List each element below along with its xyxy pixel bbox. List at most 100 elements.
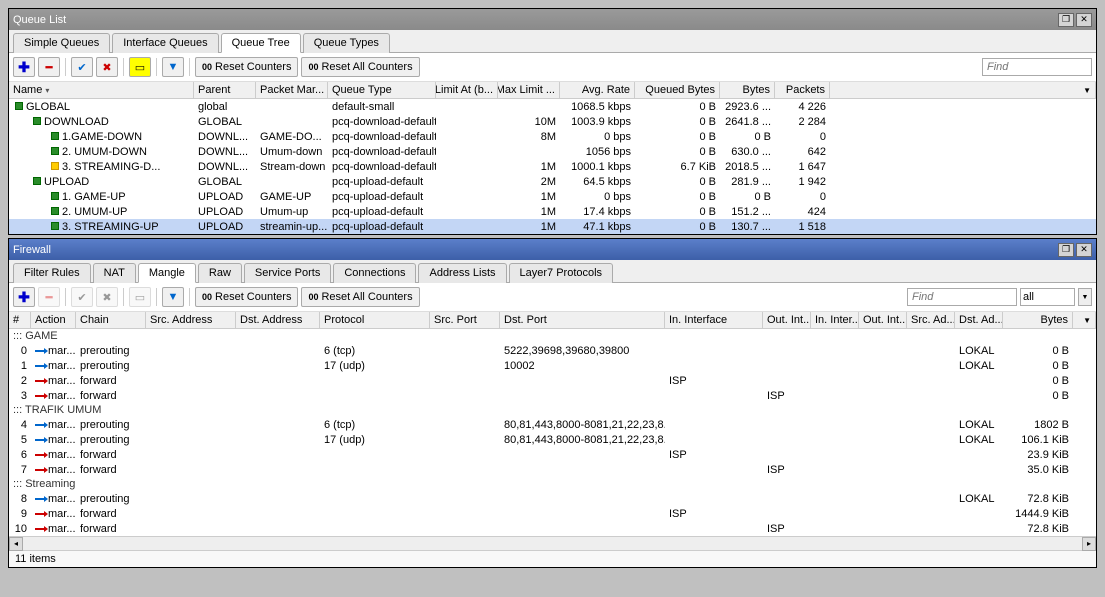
firewall-titlebar[interactable]: Firewall ❐ ✕ (9, 239, 1096, 260)
reset-all-counters-button[interactable]: 00Reset All Counters (301, 287, 419, 307)
filter-dropdown[interactable] (1020, 288, 1075, 306)
add-button[interactable]: ✚ (13, 287, 35, 307)
queue-grid: Name▾ParentPacket Mar...Queue TypeLimit … (9, 82, 1096, 234)
queue-find-input[interactable] (982, 58, 1092, 76)
add-button[interactable]: ✚ (13, 57, 35, 77)
firewall-status-bar: 11 items (9, 550, 1096, 567)
firewall-rule-row[interactable]: 7mar...forwardISP35.0 KiB (9, 462, 1096, 477)
column-header[interactable]: Src. Port (430, 312, 500, 328)
filter-icon[interactable]: ▼ (162, 287, 184, 307)
queue-row[interactable]: 1.GAME-DOWNDOWNL...GAME-DO...pcq-downloa… (9, 129, 1096, 144)
column-header[interactable]: Src. Address (146, 312, 236, 328)
disable-button[interactable]: ✖ (96, 57, 118, 77)
column-header[interactable]: Chain (76, 312, 146, 328)
restore-icon[interactable]: ❐ (1058, 13, 1074, 27)
column-header[interactable]: Src. Ad... (907, 312, 955, 328)
column-menu[interactable]: ▼ (830, 82, 1096, 98)
action-icon (35, 469, 45, 471)
queue-row[interactable]: 3. STREAMING-UPUPLOADstreamin-up...pcq-u… (9, 219, 1096, 234)
close-icon[interactable]: ✕ (1076, 13, 1092, 27)
queue-row[interactable]: UPLOADGLOBALpcq-upload-default2M64.5 kbp… (9, 174, 1096, 189)
firewall-rule-row[interactable]: 6mar...forwardISP23.9 KiB (9, 447, 1096, 462)
firewall-rule-row[interactable]: 2mar...forwardISP0 B (9, 373, 1096, 388)
firewall-rule-row[interactable]: 4mar...prerouting6 (tcp)80,81,443,8000-8… (9, 417, 1096, 432)
firewall-rule-row[interactable]: 8mar...preroutingLOKAL72.8 KiB (9, 491, 1096, 506)
column-header[interactable]: Packets (775, 82, 830, 98)
column-header[interactable]: Packet Mar... (256, 82, 328, 98)
firewall-rule-row[interactable]: 5mar...prerouting17 (udp)80,81,443,8000-… (9, 432, 1096, 447)
column-header[interactable]: Name▾ (9, 82, 194, 98)
comment-button[interactable]: ▭ (129, 287, 151, 307)
tab-filter-rules[interactable]: Filter Rules (13, 263, 91, 283)
tab-raw[interactable]: Raw (198, 263, 242, 283)
firewall-rule-row[interactable]: 9mar...forwardISP1444.9 KiB (9, 506, 1096, 521)
tab-layer7-protocols[interactable]: Layer7 Protocols (509, 263, 614, 283)
firewall-rule-row[interactable]: 3mar...forwardISP0 B (9, 388, 1096, 403)
enable-button[interactable]: ✔ (71, 57, 93, 77)
queue-row[interactable]: 1. GAME-UPUPLOADGAME-UPpcq-upload-defaul… (9, 189, 1096, 204)
queue-grid-header: Name▾ParentPacket Mar...Queue TypeLimit … (9, 82, 1096, 99)
column-header[interactable]: Avg. Rate (560, 82, 635, 98)
queue-titlebar[interactable]: Queue List ❐ ✕ (9, 9, 1096, 30)
column-header[interactable]: Dst. Ad... (955, 312, 1003, 328)
queue-row[interactable]: 2. UMUM-DOWNDOWNL...Umum-downpcq-downloa… (9, 144, 1096, 159)
action-icon (35, 498, 45, 500)
queue-list-window: Queue List ❐ ✕ Simple QueuesInterface Qu… (8, 8, 1097, 235)
tab-queue-types[interactable]: Queue Types (303, 33, 390, 53)
firewall-grid: #ActionChainSrc. AddressDst. AddressProt… (9, 312, 1096, 536)
horizontal-scrollbar[interactable]: ◂ ▸ (9, 536, 1096, 550)
tab-mangle[interactable]: Mangle (138, 263, 196, 283)
tab-connections[interactable]: Connections (333, 263, 416, 283)
queue-row[interactable]: GLOBALglobaldefault-small1068.5 kbps0 B2… (9, 99, 1096, 114)
action-icon (35, 380, 45, 382)
firewall-rule-row[interactable]: 1mar...prerouting17 (udp)10002LOKAL0 B (9, 358, 1096, 373)
queue-row[interactable]: 3. STREAMING-D...DOWNL...Stream-downpcq-… (9, 159, 1096, 174)
column-header[interactable]: Out. Int... (859, 312, 907, 328)
column-header[interactable]: Protocol (320, 312, 430, 328)
tab-service-ports[interactable]: Service Ports (244, 263, 331, 283)
column-header[interactable]: # (9, 312, 31, 328)
dropdown-arrow-icon[interactable]: ▼ (1078, 288, 1092, 306)
firewall-rule-row[interactable]: 10mar...forwardISP72.8 KiB (9, 521, 1096, 536)
scroll-left-icon[interactable]: ◂ (9, 537, 23, 551)
tab-nat[interactable]: NAT (93, 263, 136, 283)
column-header[interactable]: Out. Int... (763, 312, 811, 328)
column-header[interactable]: Queue Type (328, 82, 436, 98)
scroll-right-icon[interactable]: ▸ (1082, 537, 1096, 551)
column-header[interactable]: Max Limit ... (498, 82, 560, 98)
restore-icon[interactable]: ❐ (1058, 243, 1074, 257)
queue-row[interactable]: 2. UMUM-UPUPLOADUmum-uppcq-upload-defaul… (9, 204, 1096, 219)
tab-interface-queues[interactable]: Interface Queues (112, 33, 218, 53)
tab-simple-queues[interactable]: Simple Queues (13, 33, 110, 53)
firewall-find-input[interactable] (907, 288, 1017, 306)
queue-row[interactable]: DOWNLOADGLOBALpcq-download-default10M100… (9, 114, 1096, 129)
tab-address-lists[interactable]: Address Lists (418, 263, 506, 283)
column-header[interactable]: Limit At (b... (436, 82, 498, 98)
enable-button[interactable]: ✔ (71, 287, 93, 307)
column-header[interactable]: Bytes (720, 82, 775, 98)
queue-tabs: Simple QueuesInterface QueuesQueue TreeQ… (9, 30, 1096, 53)
disable-button[interactable]: ✖ (96, 287, 118, 307)
column-header[interactable]: Action (31, 312, 76, 328)
reset-counters-button[interactable]: 00Reset Counters (195, 287, 298, 307)
firewall-toolbar: ✚ ━ ✔ ✖ ▭ ▼ 00Reset Counters 00Reset All… (9, 283, 1096, 312)
column-header[interactable]: Dst. Port (500, 312, 665, 328)
filter-icon[interactable]: ▼ (162, 57, 184, 77)
remove-button[interactable]: ━ (38, 57, 60, 77)
close-icon[interactable]: ✕ (1076, 243, 1092, 257)
firewall-title: Firewall (13, 244, 51, 256)
column-header[interactable]: Dst. Address (236, 312, 320, 328)
column-header[interactable]: In. Inter... (811, 312, 859, 328)
column-menu[interactable]: ▼ (1073, 312, 1096, 328)
column-header[interactable]: Parent (194, 82, 256, 98)
remove-button[interactable]: ━ (38, 287, 60, 307)
reset-counters-button[interactable]: 00Reset Counters (195, 57, 298, 77)
column-header[interactable]: In. Interface (665, 312, 763, 328)
reset-all-counters-button[interactable]: 00Reset All Counters (301, 57, 419, 77)
comment-button[interactable]: ▭ (129, 57, 151, 77)
section-header: ::: Streaming (9, 477, 1096, 491)
firewall-rule-row[interactable]: 0mar...prerouting6 (tcp)5222,39698,39680… (9, 343, 1096, 358)
tab-queue-tree[interactable]: Queue Tree (221, 33, 301, 53)
column-header[interactable]: Queued Bytes (635, 82, 720, 98)
column-header[interactable]: Bytes (1003, 312, 1073, 328)
